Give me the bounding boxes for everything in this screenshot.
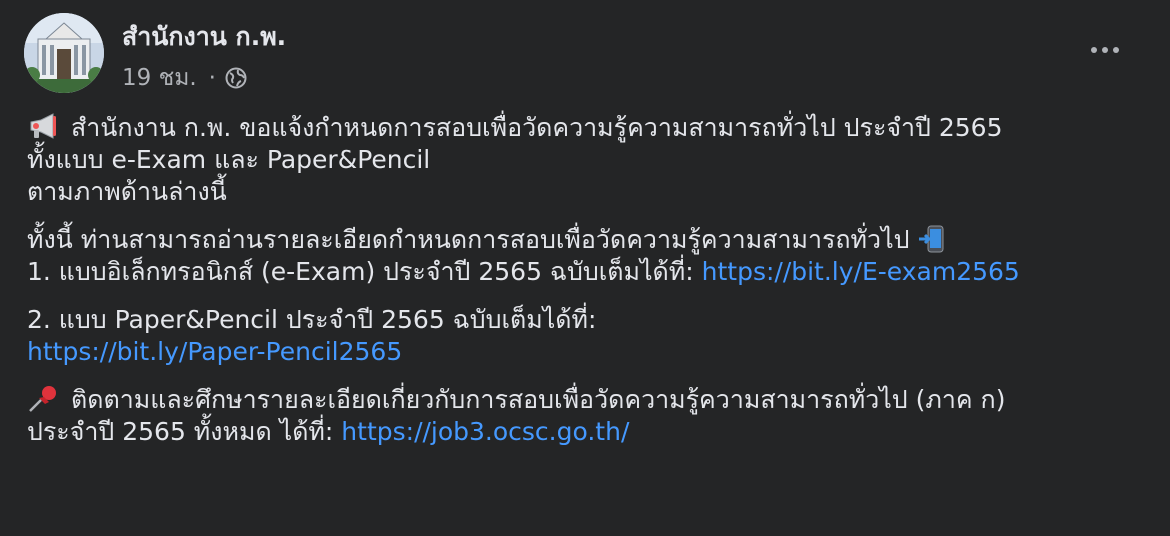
post-message: สำนักงาน ก.พ. ขอแจ้งกำหนดการสอบเพื่อวัดค…: [27, 112, 1147, 464]
text-line: ติดตามและศึกษารายละเอียดเกี่ยวกับการสอบเ…: [27, 384, 1147, 416]
post-timestamp[interactable]: 19 ชม.: [122, 60, 197, 96]
text-line: ประจำปี 2565 ทั้งหมด ได้ที่: https://job…: [27, 416, 1147, 448]
globe-icon[interactable]: [225, 67, 247, 89]
page-avatar[interactable]: [24, 13, 104, 93]
text-line: สำนักงาน ก.พ. ขอแจ้งกำหนดการสอบเพื่อวัดค…: [27, 112, 1147, 144]
announcement-line-1: สำนักงาน ก.พ. ขอแจ้งกำหนดการสอบเพื่อวัดค…: [71, 113, 1003, 142]
pushpin-icon: [27, 384, 59, 412]
mobile-phone-arrow-icon: [918, 224, 948, 254]
follow-line-1: ติดตามและศึกษารายละเอียดเกี่ยวกับการสอบเ…: [71, 385, 1006, 414]
paper-pencil-label: 2. แบบ Paper&Pencil ประจำปี 2565 ฉบับเต็…: [27, 305, 597, 334]
e-exam-link[interactable]: https://bit.ly/E-exam2565: [702, 257, 1020, 286]
paragraph-paper-pencil: 2. แบบ Paper&Pencil ประจำปี 2565 ฉบับเต็…: [27, 304, 1147, 368]
ocsc-website-link[interactable]: https://job3.ocsc.go.th/: [341, 417, 629, 446]
paragraph-details: ทั้งนี้ ท่านสามารถอ่านรายละเอียดกำหนดการ…: [27, 224, 1147, 288]
text-line: ทั้งนี้ ท่านสามารถอ่านรายละเอียดกำหนดการ…: [27, 224, 1147, 256]
more-options-icon[interactable]: [1083, 30, 1127, 70]
facebook-post: สำนักงาน ก.พ. 19 ชม. · สำนักงาน ก.พ. ขอแ…: [0, 0, 1170, 536]
post-meta: 19 ชม. ·: [122, 60, 247, 96]
megaphone-icon: [27, 112, 59, 140]
details-line-1: ทั้งนี้ ท่านสามารถอ่านรายละเอียดกำหนดการ…: [27, 225, 910, 254]
text-line: 1. แบบอิเล็กทรอนิกส์ (e-Exam) ประจำปี 25…: [27, 256, 1147, 288]
meta-separator: ·: [208, 65, 216, 91]
text-line: https://bit.ly/Paper-Pencil2565: [27, 336, 1147, 368]
dot: [1091, 47, 1097, 53]
dot: [1102, 47, 1108, 53]
announcement-line-2: ทั้งแบบ e-Exam และ Paper&Pencil: [27, 145, 431, 174]
dot: [1113, 47, 1119, 53]
e-exam-label: 1. แบบอิเล็กทรอนิกส์ (e-Exam) ประจำปี 25…: [27, 257, 702, 286]
paragraph-announcement: สำนักงาน ก.พ. ขอแจ้งกำหนดการสอบเพื่อวัดค…: [27, 112, 1147, 208]
follow-label: ประจำปี 2565 ทั้งหมด ได้ที่:: [27, 417, 342, 446]
paper-pencil-link[interactable]: https://bit.ly/Paper-Pencil2565: [27, 337, 402, 366]
page-name[interactable]: สำนักงาน ก.พ.: [122, 17, 286, 57]
announcement-line-3: ตามภาพด้านล่างนี้: [27, 177, 227, 206]
paragraph-follow: ติดตามและศึกษารายละเอียดเกี่ยวกับการสอบเ…: [27, 384, 1147, 448]
